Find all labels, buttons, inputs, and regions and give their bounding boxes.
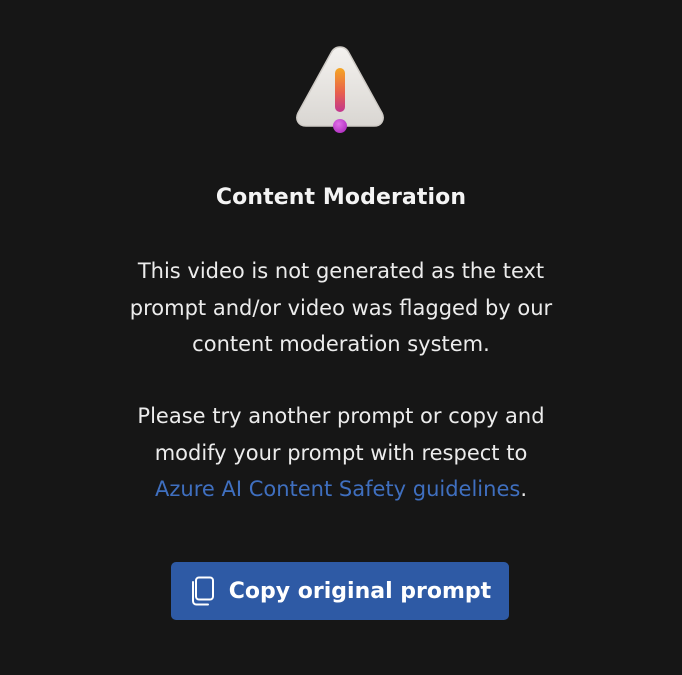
moderation-message-line: This video is not generated as the text xyxy=(137,259,545,283)
moderation-message: This video is not generated as the text … xyxy=(0,253,682,363)
content-moderation-panel: Content Moderation This video is not gen… xyxy=(0,0,682,675)
guidance-message-line: Please try another prompt or copy and xyxy=(137,404,545,428)
guidance-trailing-period: . xyxy=(520,477,527,501)
content-safety-guidelines-link[interactable]: Azure AI Content Safety guidelines xyxy=(155,477,520,501)
copy-original-prompt-button[interactable]: Copy original prompt xyxy=(171,562,509,620)
dialog-title: Content Moderation xyxy=(215,185,467,210)
guidance-link-line: Azure AI Content Safety guidelines. xyxy=(0,471,682,508)
moderation-message-line: prompt and/or video was flagged by our xyxy=(129,295,553,320)
copy-icon xyxy=(191,576,214,606)
guidance-message: Please try another prompt or copy and mo… xyxy=(0,398,682,508)
guidance-message-line: modify your prompt with respect to xyxy=(154,440,528,465)
copy-button-label: Copy original prompt xyxy=(228,578,492,604)
warning-triangle-icon xyxy=(296,46,384,133)
moderation-message-line: content moderation system. xyxy=(192,332,490,356)
